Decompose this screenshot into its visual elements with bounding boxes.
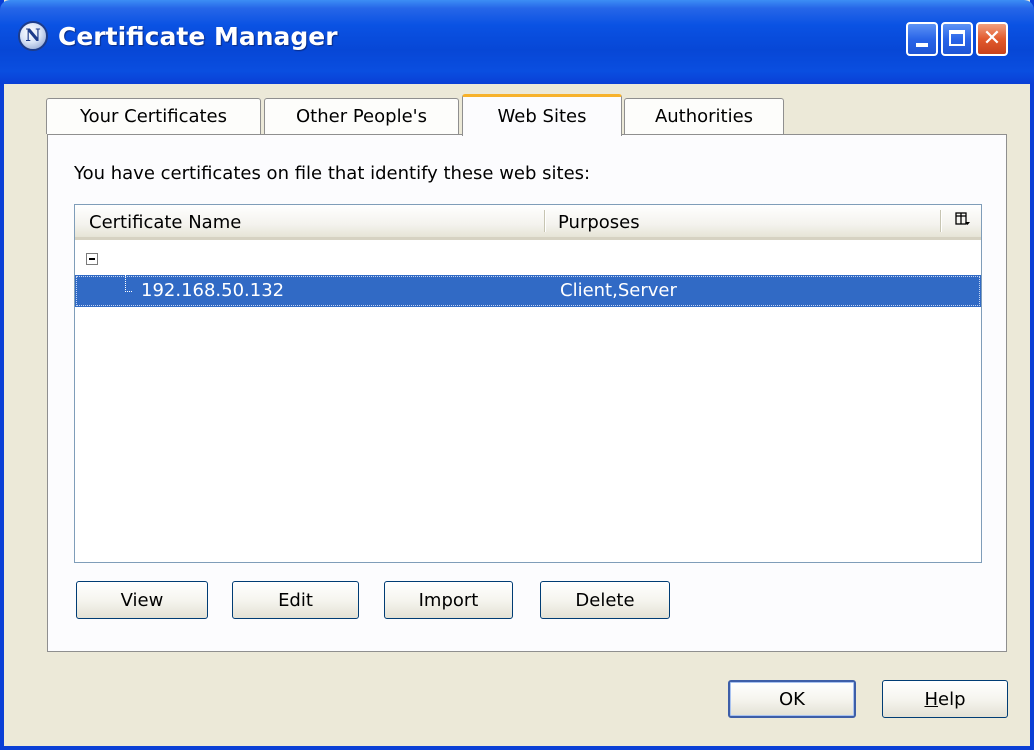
column-separator[interactable] [544, 210, 545, 232]
delete-button[interactable]: Delete [540, 581, 670, 619]
column-picker-icon[interactable] [954, 211, 972, 229]
view-button[interactable]: View [76, 581, 208, 619]
column-header-purposes[interactable]: Purposes [558, 212, 640, 233]
app-icon-letter: N [25, 26, 41, 46]
help-button[interactable]: Help [882, 680, 1008, 718]
tab-label: Other People's [296, 106, 427, 127]
purposes-cell: Client,Server [560, 280, 677, 301]
tab-authorities[interactable]: Authorities [624, 98, 784, 134]
collapse-toggle-icon[interactable] [86, 253, 98, 265]
tab-label: Your Certificates [79, 106, 228, 127]
tab-label: Authorities [654, 106, 754, 127]
tree-header: Certificate Name Purposes [75, 205, 981, 240]
ok-button[interactable]: OK [728, 680, 856, 718]
tree-guide-line [125, 275, 132, 292]
minimize-icon [916, 43, 928, 47]
delete-button-label: Delete [575, 589, 635, 611]
title-bar[interactable]: N Certificate Manager ✕ [0, 0, 1034, 84]
view-button-label: View [120, 589, 164, 611]
certificate-tree[interactable]: Certificate Name Purposes 192.168.50.132 [74, 204, 982, 563]
netscape-app-icon[interactable]: N [18, 21, 48, 51]
tab-your-certificates[interactable]: Your Certificates [46, 98, 261, 134]
help-button-label: elp [938, 688, 966, 710]
column-separator[interactable] [940, 210, 941, 232]
tab-label: Web Sites [497, 106, 587, 127]
tab-other-peoples[interactable]: Other People's [264, 98, 459, 134]
certificate-name-cell: 192.168.50.132 [141, 280, 285, 301]
close-button[interactable]: ✕ [976, 22, 1008, 56]
ok-button-label: OK [779, 688, 805, 710]
maximize-icon [949, 30, 965, 46]
maximize-button[interactable] [941, 22, 973, 56]
import-button-label: Import [418, 589, 479, 611]
column-header-certificate-name[interactable]: Certificate Name [89, 212, 241, 233]
close-icon: ✕ [982, 26, 1002, 51]
tree-row-selected[interactable]: 192.168.50.132 Client,Server [75, 275, 981, 307]
edit-button[interactable]: Edit [232, 581, 359, 619]
minus-glyph [89, 258, 95, 260]
intro-text: You have certificates on file that ident… [74, 163, 591, 184]
window-title: Certificate Manager [58, 22, 338, 51]
tab-web-sites[interactable]: Web Sites [462, 94, 622, 136]
edit-button-label: Edit [278, 589, 313, 611]
web-sites-panel: You have certificates on file that ident… [47, 134, 1007, 652]
help-mnemonic: H [924, 688, 939, 710]
import-button[interactable]: Import [384, 581, 513, 619]
minimize-button[interactable] [906, 22, 938, 56]
certificate-manager-window: N Certificate Manager ✕ Your Certificate… [0, 0, 1034, 750]
